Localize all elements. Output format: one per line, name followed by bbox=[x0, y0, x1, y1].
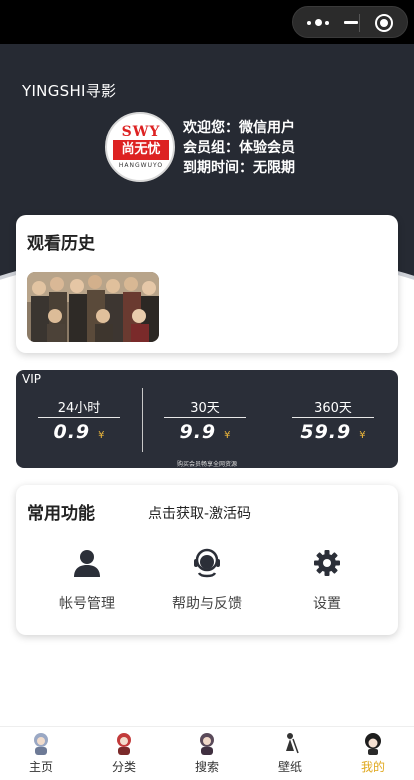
search-avatar-icon bbox=[200, 733, 214, 755]
status-bar bbox=[0, 0, 414, 44]
avatar[interactable]: SWY 尚无忧 HANGWUYO bbox=[105, 112, 175, 182]
history-title: 观看历史 bbox=[27, 234, 95, 254]
vip-plan-line bbox=[164, 417, 246, 418]
tab-search[interactable]: 搜索 bbox=[166, 731, 248, 775]
watch-history-card: 观看历史 bbox=[16, 215, 398, 353]
vip-plan-duration: 24小时 bbox=[57, 401, 101, 416]
tab-mine[interactable]: 我的 bbox=[332, 731, 414, 775]
mine-avatar-icon bbox=[365, 733, 381, 755]
expire-text: 到期时间：无限期 bbox=[183, 160, 295, 176]
bottom-tab-bar: 主页 分类 搜索 壁纸 我的 bbox=[0, 726, 414, 780]
help-feedback-label: 帮助与反馈 bbox=[172, 596, 242, 612]
more-icon[interactable] bbox=[305, 15, 333, 29]
currency-icon: ¥ bbox=[359, 430, 366, 441]
member-group-text: 会员组：体验会员 bbox=[183, 140, 295, 156]
user-icon bbox=[74, 550, 100, 577]
vip-plan-price: 59.9 bbox=[300, 421, 352, 443]
user-info: 欢迎您：微信用户 会员组：体验会员 到期时间：无限期 bbox=[183, 118, 295, 178]
gear-icon bbox=[314, 550, 340, 576]
avatar-logo-middle: 尚无忧 bbox=[113, 140, 169, 160]
vip-label: VIP bbox=[22, 372, 41, 386]
common-functions-card: 常用功能 点击获取-激活码 帐号管理 帮助与反馈 设置 bbox=[16, 485, 398, 635]
vip-pricing-card[interactable]: VIP 24小时 0.9 ¥ 30天 9.9 ¥ 360天 59.9 ¥ 购买会员畅享… bbox=[16, 370, 398, 468]
welcome-text: 欢迎您：微信用户 bbox=[183, 120, 295, 136]
vip-plan-30d[interactable]: 30天 9.9 ¥ bbox=[164, 397, 246, 443]
home-avatar-icon bbox=[34, 733, 48, 755]
tab-home[interactable]: 主页 bbox=[0, 731, 82, 775]
wallpaper-avatar-icon bbox=[286, 733, 299, 754]
headset-icon bbox=[194, 548, 220, 578]
avatar-logo-top: SWY bbox=[121, 124, 161, 140]
tab-category[interactable]: 分类 bbox=[83, 731, 165, 775]
help-feedback-item[interactable]: 帮助与反馈 bbox=[147, 547, 267, 613]
app-title: YINGSHI寻影 bbox=[22, 82, 117, 100]
capsule-divider bbox=[359, 14, 360, 32]
vip-footnote: 购买会员畅享全网资源 bbox=[176, 461, 237, 468]
tab-wallpaper-label: 壁纸 bbox=[277, 760, 302, 774]
tab-mine-label: 我的 bbox=[360, 760, 385, 774]
mine-page: YINGSHI寻影 SWY 尚无忧 HANGWUYO 欢迎您：微信用户 会员组：… bbox=[0, 0, 414, 780]
account-management-item[interactable]: 帐号管理 bbox=[27, 547, 147, 613]
vip-plan-price: 9.9 bbox=[179, 421, 217, 443]
functions-title: 常用功能 bbox=[27, 504, 95, 524]
vip-plan-line bbox=[292, 417, 374, 418]
tab-category-label: 分类 bbox=[111, 760, 136, 774]
vip-plan-360d[interactable]: 360天 59.9 ¥ bbox=[292, 397, 374, 443]
poster-image bbox=[27, 272, 159, 342]
tab-wallpaper[interactable]: 壁纸 bbox=[249, 731, 331, 775]
tab-search-label: 搜索 bbox=[194, 760, 219, 774]
vip-plan-duration: 30天 bbox=[190, 401, 220, 416]
settings-label: 设置 bbox=[313, 596, 341, 612]
history-poster[interactable] bbox=[27, 272, 159, 342]
activation-code-link[interactable]: 点击获取-激活码 bbox=[148, 503, 251, 523]
close-target-icon[interactable] bbox=[375, 14, 393, 32]
vip-divider bbox=[142, 388, 143, 452]
vip-plan-duration: 360天 bbox=[314, 401, 352, 416]
capsule-menu bbox=[292, 6, 408, 38]
currency-icon: ¥ bbox=[224, 430, 231, 441]
vip-plan-price: 0.9 bbox=[53, 421, 91, 443]
minimize-icon[interactable] bbox=[344, 21, 358, 24]
settings-item[interactable]: 设置 bbox=[267, 547, 387, 613]
category-avatar-icon bbox=[117, 733, 131, 755]
vip-plan-24h[interactable]: 24小时 0.9 ¥ bbox=[38, 397, 120, 443]
avatar-logo-bottom: HANGWUYO bbox=[118, 162, 164, 169]
currency-icon: ¥ bbox=[98, 430, 105, 441]
account-management-label: 帐号管理 bbox=[59, 596, 115, 612]
tab-home-label: 主页 bbox=[28, 760, 53, 774]
vip-plan-line bbox=[38, 417, 120, 418]
